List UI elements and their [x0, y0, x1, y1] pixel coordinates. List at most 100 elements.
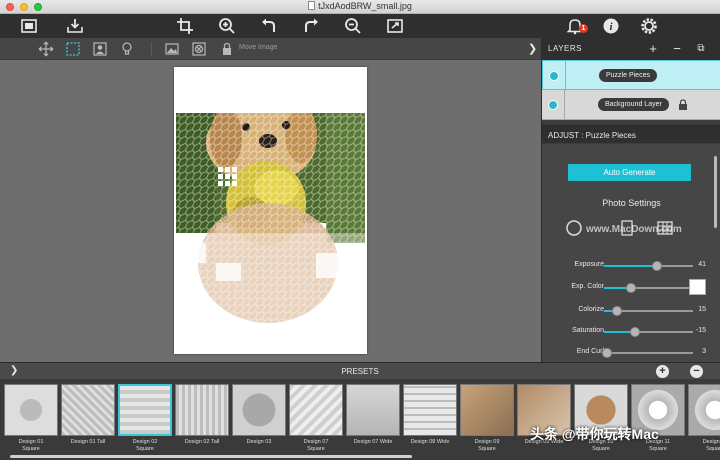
layer-divider: [564, 90, 565, 120]
presets-scrollbar[interactable]: [10, 455, 412, 458]
layer-lock-icon[interactable]: [678, 99, 688, 110]
add-layer-button[interactable]: +: [646, 41, 660, 56]
preset-thumbnail[interactable]: [61, 384, 115, 436]
colorize-slider[interactable]: Colorize 15: [542, 302, 720, 320]
rotate-left-icon[interactable]: [260, 17, 278, 35]
preset-item[interactable]: Design 01 Square: [4, 384, 58, 454]
portrait-tool-icon[interactable]: [92, 41, 108, 57]
watermark-text: www.MacDown.com: [586, 224, 682, 235]
exp-color-slider[interactable]: Exp. Color: [542, 279, 720, 297]
document-page[interactable]: [174, 67, 367, 354]
adjust-scrollbar[interactable]: [714, 156, 717, 228]
zoom-out-icon[interactable]: [344, 17, 362, 35]
preset-thumbnail[interactable]: [289, 384, 343, 436]
zoom-in-icon[interactable]: [218, 17, 236, 35]
slider-knob[interactable]: [630, 327, 641, 337]
move-tool-icon[interactable]: [38, 41, 54, 57]
layer-row-puzzle-pieces[interactable]: Puzzle Pieces: [542, 60, 720, 91]
settings-icon[interactable]: [640, 17, 658, 35]
lock-icon[interactable]: [219, 41, 235, 57]
duplicate-layer-icon[interactable]: ⧉: [694, 41, 708, 56]
presets-strip: Design 01 Square Design 01 Tall Design 02 …: [0, 379, 720, 460]
slider-value: 3: [702, 348, 706, 355]
save-to-tray-icon[interactable]: [66, 17, 84, 35]
preset-label: Design 07 Square: [303, 439, 329, 452]
layers-header: LAYERS + − ⧉: [542, 38, 720, 60]
slider-knob[interactable]: [612, 306, 623, 316]
slider-label: Exposure: [574, 261, 604, 268]
preset-item[interactable]: Design 02 Tall: [175, 384, 229, 454]
color-swatch[interactable]: [689, 279, 706, 295]
fit-screen-icon[interactable]: [386, 17, 404, 35]
preset-item[interactable]: Design 03: [232, 384, 286, 454]
notifications-icon[interactable]: 1: [566, 17, 588, 35]
side-panel: LAYERS + − ⧉ Puzzle Pieces Background La…: [541, 38, 720, 362]
preset-thumbnail[interactable]: [175, 384, 229, 436]
preset-item[interactable]: Design 01 Tall: [61, 384, 115, 454]
preset-label: Design 01 Tall: [70, 439, 106, 445]
preset-label: Design 08 Wide: [410, 439, 450, 445]
lightbulb-icon[interactable]: [119, 41, 135, 57]
slider-track[interactable]: [604, 327, 693, 337]
layer-row-background[interactable]: Background Layer: [542, 90, 720, 120]
preset-item[interactable]: Design 07 Square: [289, 384, 343, 454]
preset-label: Design 09 Square: [474, 439, 500, 452]
layer-name: Background Layer: [598, 98, 669, 111]
preset-item[interactable]: Design 13 Square: [688, 384, 720, 454]
move-image-label: Move Image: [239, 44, 278, 51]
slider-label: End Curl: [576, 348, 604, 355]
crop-icon[interactable]: [176, 17, 194, 35]
preset-label: Design 02 Square: [132, 439, 158, 452]
adjust-panel: Auto Generate Photo Settings www.MacDown…: [542, 144, 720, 362]
visibility-dot-icon[interactable]: [548, 100, 558, 110]
remove-layer-button[interactable]: −: [670, 41, 684, 56]
preset-item[interactable]: Design 07 Wide: [346, 384, 400, 454]
auto-generate-button[interactable]: Auto Generate: [568, 164, 691, 181]
document-icon: [308, 1, 316, 10]
remove-preset-button[interactable]: −: [690, 365, 703, 378]
preset-item[interactable]: Design 09 Square: [460, 384, 514, 454]
adjust-title: ADJUST : Puzzle Pieces: [548, 131, 636, 140]
mask-icon: [566, 220, 582, 236]
adjust-header: ADJUST : Puzzle Pieces: [542, 125, 720, 143]
preset-thumbnail[interactable]: [118, 384, 172, 436]
slider-knob[interactable]: [625, 283, 636, 293]
preset-thumbnail[interactable]: [460, 384, 514, 436]
remove-image-icon[interactable]: [191, 41, 207, 57]
visibility-dot-icon[interactable]: [549, 71, 559, 81]
presets-title: PRESETS: [341, 367, 379, 376]
info-icon[interactable]: i: [602, 17, 620, 35]
preset-label: Design 01 Square: [18, 439, 44, 452]
layer-divider: [565, 61, 566, 91]
slider-track[interactable]: [601, 348, 693, 358]
saturation-slider[interactable]: Saturation -15: [542, 323, 720, 341]
title-bar: tJxdAodBRW_small.jpg: [0, 0, 720, 14]
rotate-right-icon[interactable]: [302, 17, 320, 35]
photo-settings-title: Photo Settings: [602, 198, 661, 208]
slider-label: Exp. Color: [571, 283, 604, 290]
select-tool-icon[interactable]: [65, 41, 81, 57]
slider-knob[interactable]: [652, 261, 663, 271]
slider-label: Saturation: [572, 327, 604, 334]
preset-thumbnail[interactable]: [688, 384, 720, 436]
preset-thumbnail[interactable]: [232, 384, 286, 436]
canvas-area[interactable]: [0, 60, 541, 362]
slider-track[interactable]: [604, 283, 693, 293]
preset-label: Design 02 Tall: [184, 439, 220, 445]
preset-thumbnail[interactable]: [4, 384, 58, 436]
preset-thumbnail[interactable]: [346, 384, 400, 436]
slider-track[interactable]: [604, 306, 693, 316]
end-curl-slider[interactable]: End Curl 3: [542, 344, 720, 362]
preset-item[interactable]: Design 08 Wide: [403, 384, 457, 454]
add-preset-button[interactable]: +: [656, 365, 669, 378]
tools-toolbar: Move Image ❯: [0, 38, 541, 60]
layer-name: Puzzle Pieces: [599, 69, 657, 82]
slider-track[interactable]: [604, 261, 693, 271]
preset-item[interactable]: Design 02 Square: [118, 384, 172, 454]
exposure-slider[interactable]: Exposure 41: [542, 257, 720, 275]
slider-knob[interactable]: [601, 348, 612, 358]
add-image-icon[interactable]: [164, 41, 180, 57]
chevron-right-icon[interactable]: ❯: [528, 42, 537, 55]
frame-icon[interactable]: [20, 17, 38, 35]
preset-thumbnail[interactable]: [403, 384, 457, 436]
